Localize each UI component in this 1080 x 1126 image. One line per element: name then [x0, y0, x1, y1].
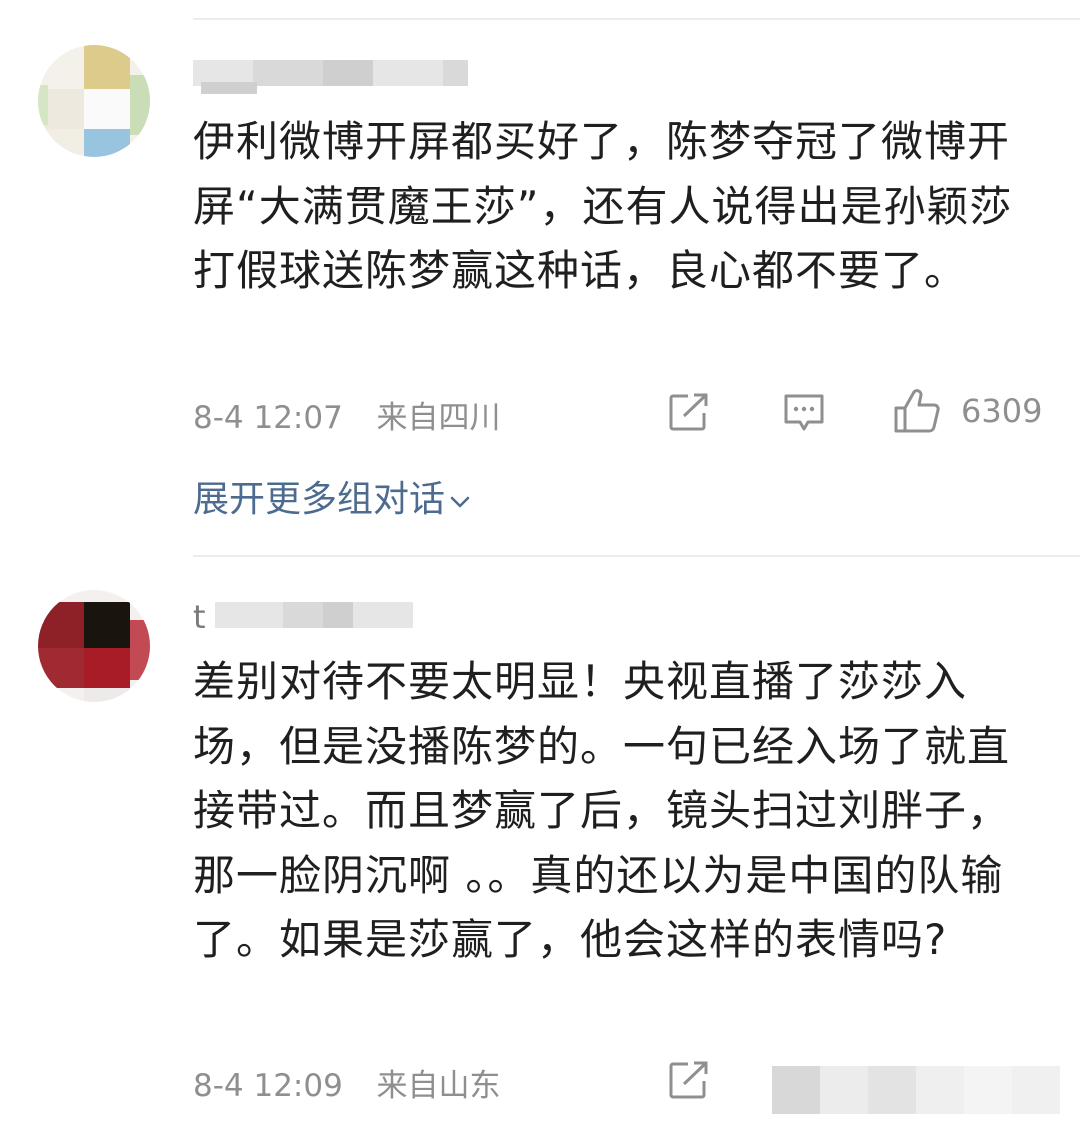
like-count: 6309: [961, 392, 1043, 430]
comment-location: 来自四川: [376, 400, 501, 436]
username-text: t: [193, 598, 206, 636]
expand-conversation-link[interactable]: 展开更多组对话: [193, 470, 471, 522]
avatar[interactable]: [38, 590, 150, 702]
reply-button[interactable]: [782, 392, 826, 434]
divider-top: [193, 18, 1080, 20]
username[interactable]: t: [193, 598, 423, 642]
avatar[interactable]: [38, 45, 150, 157]
obscured-region: [772, 1060, 1080, 1116]
share-icon: [668, 392, 710, 432]
comment-meta: 8-4 12:07 来自四川: [193, 392, 501, 437]
expand-label: 展开更多组对话: [193, 479, 446, 520]
comment-date: 8-4 12:09: [193, 1068, 343, 1104]
chevron-down-icon: [449, 478, 471, 519]
comment-meta: 8-4 12:09 来自山东: [193, 1060, 501, 1105]
comment-location: 来自山东: [376, 1068, 501, 1104]
thumbs-up-icon: [893, 388, 941, 434]
comment-date: 8-4 12:07: [193, 400, 343, 436]
comment-text: 差别对待不要太明显！央视直播了莎莎入场，但是没播陈梦的。一句已经入场了就直接带过…: [193, 657, 1011, 964]
share-icon: [668, 1060, 710, 1100]
divider: [193, 555, 1080, 557]
username[interactable]: [193, 56, 483, 100]
comment-text: 伊利微博开屏都买好了，陈梦夺冠了微博开屏“大满贯魔王莎”，还有人说得出是孙颖莎打…: [193, 117, 1013, 295]
share-button[interactable]: [668, 1060, 710, 1100]
like-button[interactable]: 6309: [893, 388, 1042, 434]
comment-icon: [782, 392, 826, 434]
share-button[interactable]: [668, 392, 710, 432]
